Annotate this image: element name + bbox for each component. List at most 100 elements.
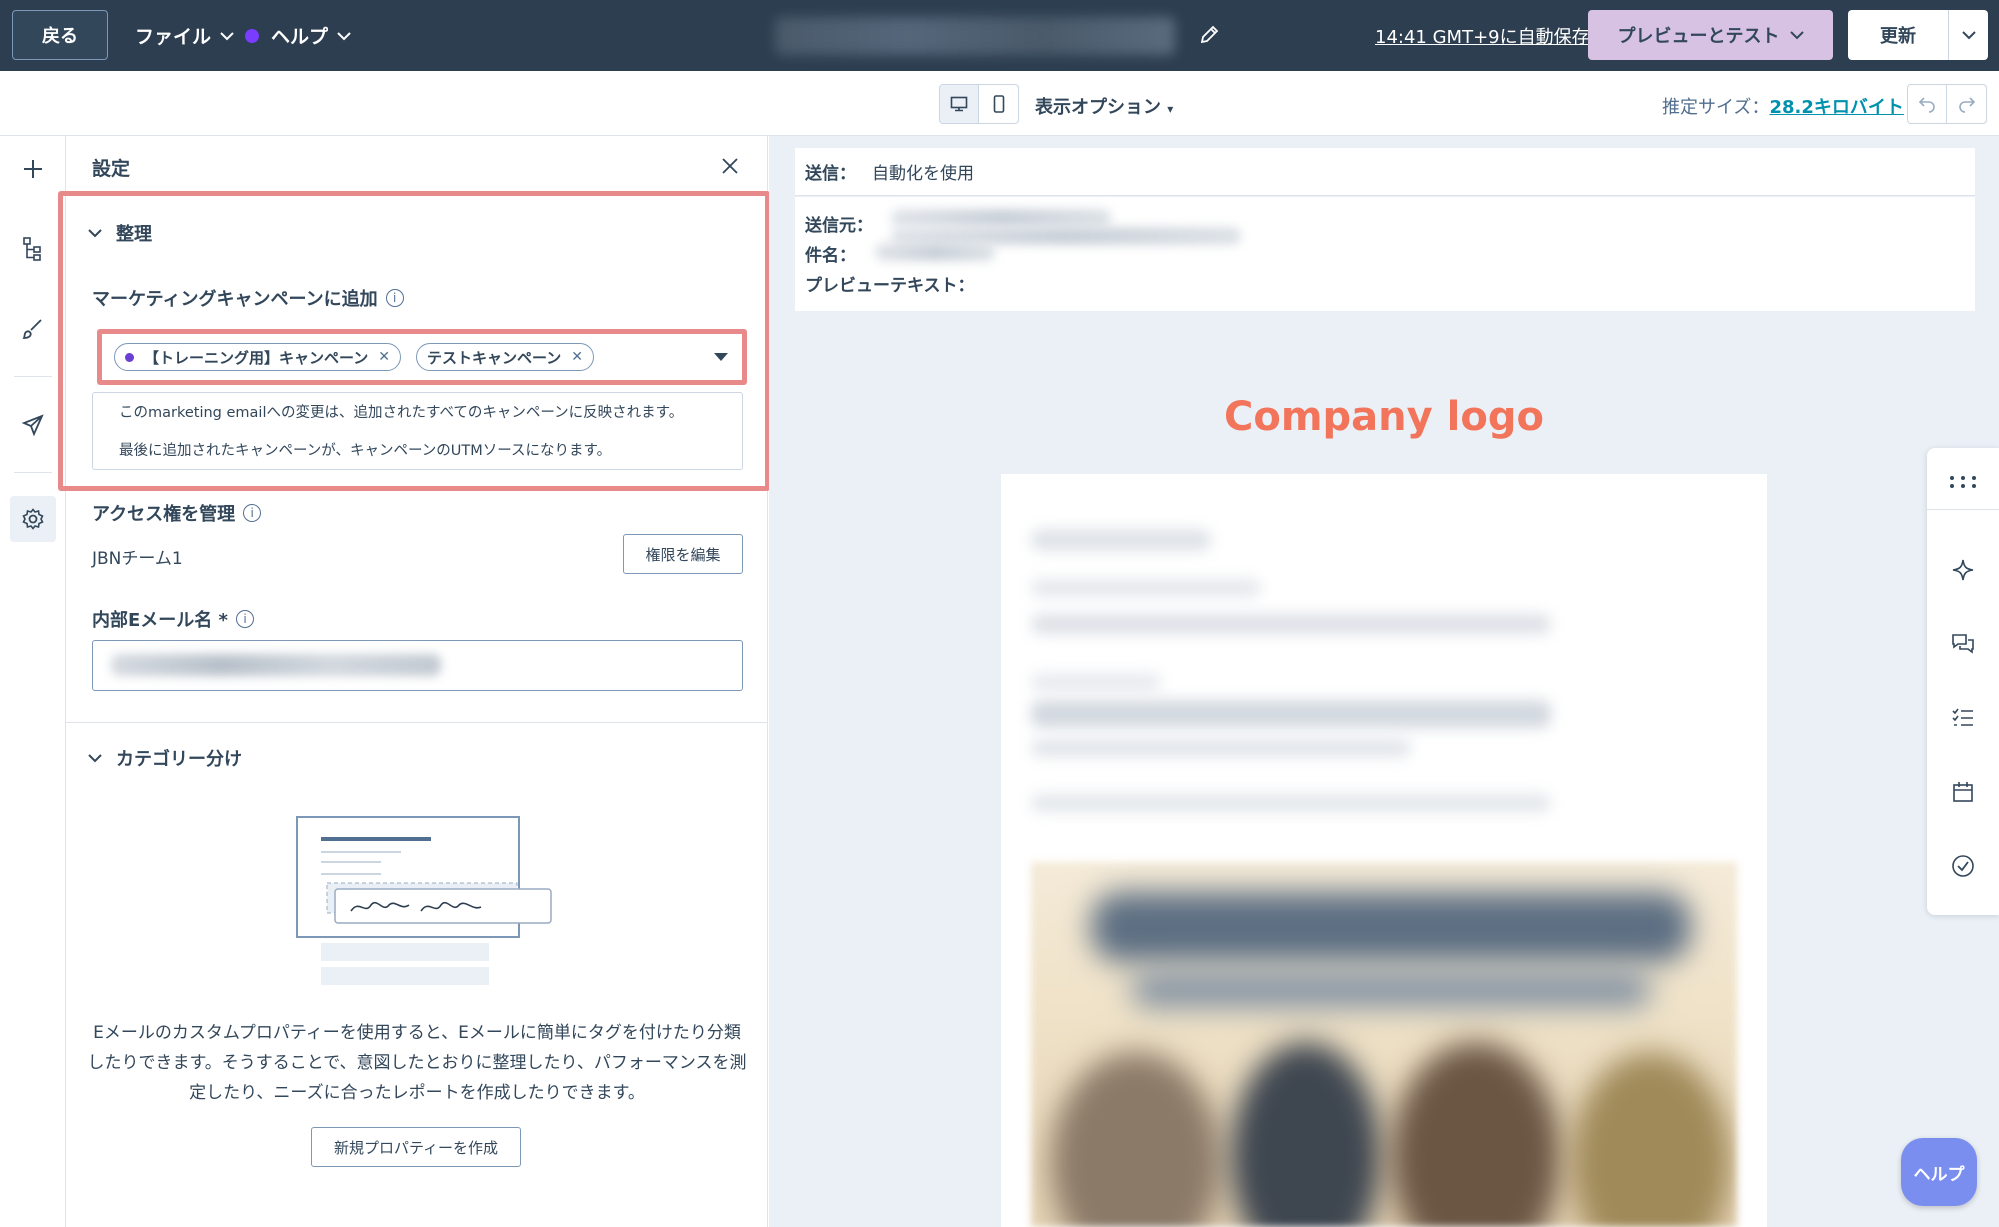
- document-tag-illustration: [296, 816, 552, 985]
- undo-button[interactable]: [1908, 85, 1948, 123]
- campaign-label: マーケティングキャンペーンに追加 i: [92, 285, 404, 311]
- campaign-notice-line: このmarketing emailへの変更は、追加されたすべてのキャンペーンに反…: [119, 405, 684, 421]
- hero-image[interactable]: [1031, 862, 1737, 1227]
- update-dropdown-button[interactable]: [1948, 10, 1988, 60]
- estimated-size: 推定サイズ：28.2キロバイト: [1662, 93, 1904, 119]
- calendar-button[interactable]: [1927, 764, 1999, 820]
- hero-heading-blurred: [1091, 892, 1691, 962]
- chevron-down-icon: [1961, 30, 1976, 39]
- file-menu-label: ファイル: [135, 26, 212, 48]
- info-icon[interactable]: i: [235, 610, 254, 628]
- display-options-menu[interactable]: 表示オプション ▾: [1035, 93, 1173, 119]
- internal-name-input[interactable]: [92, 640, 743, 691]
- back-button[interactable]: 戻る: [12, 10, 108, 60]
- settings-panel: 設定 整理 マーケティングキャンペーンに追加 i 【トレーニング用】キャンペーン…: [58, 136, 770, 1227]
- checklist-icon: [1952, 708, 1973, 726]
- internal-name-label: 内部Eメール名 * i: [92, 606, 254, 632]
- drag-handle[interactable]: [1927, 454, 1999, 510]
- design-button[interactable]: [10, 306, 56, 352]
- campaign-color-dot: [125, 352, 134, 362]
- company-logo[interactable]: Company logo: [769, 394, 1999, 440]
- help-button[interactable]: ヘルプ: [1901, 1138, 1977, 1206]
- campaign-notice-line: 最後に追加されたキャンペーンが、キャンペーンのUTMソースになります。: [119, 443, 612, 459]
- blurred-text: [1031, 579, 1261, 597]
- chevron-down-icon: [88, 753, 102, 762]
- campaign-label-text: マーケティングキャンペーンに追加: [92, 289, 378, 310]
- hero-subheading-blurred: [1131, 972, 1651, 1008]
- ai-assistant-button[interactable]: [1927, 542, 1999, 598]
- internal-name-label-text: 内部Eメール名 *: [92, 610, 228, 631]
- subject-label: 件名：: [805, 246, 856, 266]
- campaign-notice: このmarketing emailへの変更は、追加されたすべてのキャンペーンに反…: [92, 392, 743, 470]
- organize-section-toggle[interactable]: 整理: [88, 220, 152, 246]
- top-bar: 戻る ファイル ヘルプ 14:41 GMT+9に自動保存 プレビューとテスト 更…: [0, 0, 1999, 71]
- edit-permissions-button[interactable]: 権限を編集: [623, 534, 743, 574]
- comments-icon: [1952, 634, 1974, 654]
- blurred-text: [1031, 614, 1551, 634]
- blurred-text: [1031, 794, 1551, 812]
- checklist-button[interactable]: [1927, 690, 1999, 746]
- send-value: 自動化を使用: [872, 164, 974, 184]
- info-icon[interactable]: i: [243, 504, 262, 522]
- remove-chip-icon[interactable]: ✕: [571, 349, 583, 365]
- email-body[interactable]: [1001, 474, 1767, 1227]
- send-row: 送信： 自動化を使用: [795, 148, 1975, 196]
- add-content-button[interactable]: [10, 146, 56, 192]
- mobile-view-button[interactable]: [979, 85, 1018, 123]
- from-value-blurred: [891, 209, 1111, 227]
- person-blurred: [1051, 1052, 1221, 1227]
- chevron-down-icon: [88, 228, 102, 237]
- caret-down-icon[interactable]: [714, 353, 728, 361]
- help-menu-label: ヘルプ: [271, 26, 329, 48]
- check-circle-icon: [1952, 855, 1974, 877]
- file-menu[interactable]: ファイル: [135, 0, 235, 71]
- settings-button[interactable]: [10, 496, 56, 542]
- email-header-meta: 送信元： 件名： プレビューテキスト：: [795, 197, 1975, 311]
- preview-text-label: プレビューテキスト：: [805, 276, 975, 296]
- create-property-button[interactable]: 新規プロパティーを作成: [311, 1127, 521, 1167]
- internal-name-value-blurred: [111, 654, 441, 676]
- preview-test-button[interactable]: プレビューとテスト: [1588, 10, 1833, 60]
- person-blurred: [1391, 1042, 1561, 1227]
- paintbrush-icon: [22, 319, 42, 339]
- blurred-text: [1031, 529, 1211, 551]
- person-blurred: [1231, 1042, 1381, 1227]
- preview-test-label: プレビューとテスト: [1617, 26, 1780, 47]
- update-button[interactable]: 更新: [1848, 22, 1948, 48]
- email-title-blurred[interactable]: [775, 17, 1175, 55]
- close-icon[interactable]: [720, 156, 740, 176]
- tree-structure-icon: [23, 237, 41, 261]
- remove-chip-icon[interactable]: ✕: [378, 349, 390, 365]
- layers-button[interactable]: [10, 226, 56, 272]
- category-section-title: カテゴリー分け: [116, 749, 242, 770]
- size-value-link[interactable]: 28.2キロバイト: [1769, 97, 1903, 118]
- person-blurred: [1571, 1052, 1731, 1227]
- autosave-link[interactable]: 14:41 GMT+9に自動保存: [1375, 23, 1590, 49]
- redo-button[interactable]: [1947, 85, 1986, 123]
- update-button-group: 更新: [1848, 10, 1988, 60]
- display-options-label: 表示オプション: [1035, 97, 1161, 118]
- blurred-text: [1031, 674, 1161, 690]
- campaign-select[interactable]: 【トレーニング用】キャンペーン ✕ テストキャンペーン ✕: [97, 329, 747, 385]
- pencil-icon[interactable]: [1198, 24, 1220, 46]
- sparkle-icon: [1952, 559, 1974, 581]
- status-dot-icon: [245, 28, 259, 43]
- plus-icon: [24, 160, 42, 178]
- team-name: JBNチーム1: [92, 549, 183, 569]
- desktop-view-button[interactable]: [940, 85, 980, 123]
- rail-divider: [14, 472, 52, 473]
- send-button[interactable]: [10, 402, 56, 448]
- chevron-down-icon: [1789, 30, 1804, 39]
- dots-grid-icon: [1950, 475, 1976, 488]
- access-label: アクセス権を管理 i: [92, 500, 262, 526]
- chevron-down-icon: [337, 31, 351, 40]
- campaign-chip-label: 【トレーニング用】キャンペーン: [144, 348, 369, 367]
- help-menu[interactable]: ヘルプ: [245, 0, 352, 71]
- info-icon[interactable]: i: [385, 289, 404, 307]
- editor-toolbar: 表示オプション ▾ 推定サイズ：28.2キロバイト: [0, 71, 1999, 136]
- comments-button[interactable]: [1927, 616, 1999, 672]
- category-section-toggle[interactable]: カテゴリー分け: [88, 745, 242, 771]
- campaign-chip: 【トレーニング用】キャンペーン ✕: [114, 343, 401, 371]
- check-button[interactable]: [1927, 838, 1999, 894]
- campaign-chip-label: テストキャンペーン: [427, 348, 562, 367]
